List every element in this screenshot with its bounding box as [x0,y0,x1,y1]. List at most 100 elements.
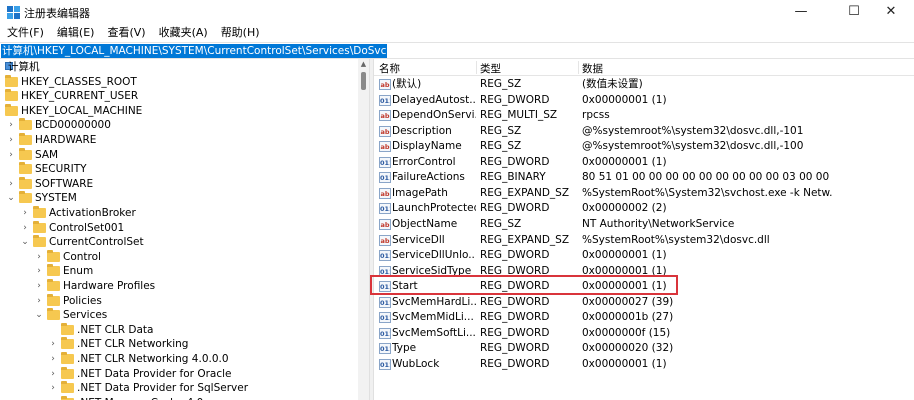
expand-chevron-icon[interactable] [0,89,2,103]
collapse-chevron-icon[interactable]: ⌄ [20,235,30,249]
tree-item[interactable]: ⌄ Services [0,308,358,322]
tree-item[interactable]: › Enum [0,264,358,278]
expand-chevron-icon[interactable] [0,104,2,118]
value-row[interactable]: 011FailureActions REG_BINARY 80 51 01 00 0… [374,170,914,185]
collapse-chevron-icon[interactable]: ⌄ [34,308,44,322]
tree-item-label: SAM [35,148,59,161]
tree-item[interactable]: HKEY_LOCAL_MACHINE [0,103,358,118]
value-data: 0x00000027 (39) [582,295,674,308]
expand-chevron-icon[interactable]: › [34,294,44,308]
string-value-icon: ab [379,110,391,122]
tree-item[interactable]: › Policies [0,293,358,308]
value-type: REG_DWORD [480,342,550,355]
expand-chevron-icon[interactable]: › [48,367,58,381]
column-divider[interactable] [578,61,579,74]
minimize-button[interactable]: — [778,0,824,24]
expand-chevron-icon[interactable] [48,323,58,337]
tree-item[interactable]: › SOFTWARE [0,176,358,191]
menu-edit[interactable]: 编辑(E) [50,24,101,42]
value-row[interactable]: ab DisplayName REG_SZ @%systemroot%\system3… [374,139,914,154]
string-value-icon: ab [379,234,391,246]
tree-item-label: .NET Data Provider for Oracle [77,367,232,380]
value-row[interactable]: ab DependOnServi... REG_MULTI_SZ rpcss [374,108,914,123]
value-row[interactable]: ab ObjectName REG_SZ NT Authority\NetworkSe… [374,217,914,232]
tree-item[interactable]: › Hardware Profiles [0,279,358,293]
folder-icon [19,191,32,204]
value-row[interactable]: 011Type REG_DWORD 0x00000020 (32) [374,341,914,356]
expand-chevron-icon[interactable] [6,162,16,176]
expand-chevron-icon[interactable] [0,75,2,89]
folder-icon [5,74,18,87]
expand-chevron-icon[interactable]: › [34,264,44,278]
menu-help[interactable]: 帮助(H) [214,24,266,42]
value-row[interactable]: 011ErrorControl REG_DWORD 0x00000001 (1) [374,155,914,170]
tree-item[interactable]: › ControlSet001 [0,220,358,235]
tree-item[interactable]: 计算机 [0,60,358,74]
column-header-type[interactable]: 类型 [480,61,501,76]
tree-item[interactable]: › SAM [0,147,358,162]
value-name: DependOnServi... [392,109,476,122]
expand-chevron-icon[interactable]: › [20,221,30,235]
value-row[interactable]: 011LaunchProtected REG_DWORD 0x00000002 (2… [374,201,914,216]
collapse-chevron-icon[interactable]: ⌄ [6,191,16,205]
tree-item[interactable]: › .NET Data Provider for SqlServer [0,381,358,395]
tree-item[interactable]: HKEY_CLASSES_ROOT [0,74,358,89]
close-button[interactable]: ✕ [868,0,914,24]
tree-item[interactable]: .NET CLR Data [0,322,358,337]
value-row[interactable]: 011SvcMemMidLi... REG_DWORD 0x0000001b (27… [374,310,914,325]
value-type: REG_SZ [480,124,522,137]
tree-scroll-thumb[interactable] [361,72,366,90]
expand-chevron-icon[interactable]: › [48,352,58,366]
value-row[interactable]: ab ImagePath REG_EXPAND_SZ %SystemRoot%\Sys… [374,186,914,201]
expand-chevron-icon[interactable]: › [6,118,16,132]
tree-item[interactable]: › HARDWARE [0,133,358,147]
value-row[interactable]: ab ServiceDll REG_EXPAND_SZ %SystemRoot%\sy… [374,233,914,248]
value-row[interactable]: 011SvcMemSoftLi... REG_DWORD 0x0000000f (1… [374,326,914,341]
expand-chevron-icon[interactable]: › [6,148,16,162]
column-header-name[interactable]: 名称 [379,61,400,76]
tree-item[interactable]: › .NET CLR Networking [0,337,358,351]
binary-value-icon: 011 [379,203,391,215]
value-row[interactable]: 011DelayedAutost... REG_DWORD 0x00000001 (… [374,93,914,108]
key-tree-pane[interactable]: 计算机 HKEY_CLASSES_ROOT HKEY_CURRENT_USER HKE… [0,59,369,400]
tree-item[interactable]: › Control [0,249,358,264]
value-row[interactable]: 011SvcMemHardLi... REG_DWORD 0x00000027 (3… [374,295,914,310]
tree-scrollbar[interactable]: ▲ [358,59,369,400]
menu-favorites[interactable]: 收藏夹(A) [152,24,214,42]
menu-file[interactable]: 文件(F) [0,24,50,42]
tree-item-label: HKEY_CLASSES_ROOT [21,75,137,88]
tree-item[interactable]: ⌄ SYSTEM [0,191,358,205]
address-bar[interactable]: 计算机\HKEY_LOCAL_MACHINE\SYSTEM\CurrentCon… [0,42,914,59]
address-path[interactable]: 计算机\HKEY_LOCAL_MACHINE\SYSTEM\CurrentCon… [1,44,388,58]
expand-chevron-icon[interactable]: › [48,396,58,400]
expand-chevron-icon[interactable]: › [34,279,44,293]
expand-chevron-icon[interactable]: › [6,177,16,191]
value-row[interactable]: ab Description REG_SZ @%systemroot%\system3… [374,124,914,139]
tree-item[interactable]: HKEY_CURRENT_USER [0,89,358,103]
menu-view[interactable]: 查看(V) [100,24,151,42]
column-header-data[interactable]: 数据 [582,61,603,76]
expand-chevron-icon[interactable]: › [34,250,44,264]
value-name: FailureActions [392,171,465,184]
expand-chevron-icon[interactable]: › [6,133,16,147]
value-name: SvcMemHardLi... [392,295,476,308]
value-row[interactable]: 011ServiceDllUnlo... REG_DWORD 0x00000001 … [374,248,914,263]
tree-item[interactable]: › ActivationBroker [0,206,358,220]
folder-icon [33,206,46,218]
tree-item[interactable]: › BCD00000000 [0,118,358,132]
tree-item[interactable]: › .NET Data Provider for Oracle [0,366,358,381]
tree-item[interactable]: › .NET CLR Networking 4.0.0.0 [0,352,358,366]
expand-chevron-icon[interactable]: › [48,337,58,351]
column-divider[interactable] [476,61,477,74]
value-row[interactable]: ab (默认) REG_SZ (数值未设置) [374,77,914,92]
tree-item[interactable]: ⌄ CurrentControlSet [0,235,358,249]
expand-chevron-icon[interactable]: › [48,381,58,395]
expand-chevron-icon[interactable] [0,60,2,74]
scroll-up-arrow-icon[interactable]: ▲ [358,59,369,70]
expand-chevron-icon[interactable]: › [20,206,30,220]
tree-item[interactable]: › .NET Memory Cache 4.0 [0,395,358,400]
value-row[interactable]: 011WubLock REG_DWORD 0x00000001 (1) [374,357,914,372]
tree-item[interactable]: SECURITY [0,162,358,176]
folder-icon [19,118,32,131]
value-name: SvcMemMidLi... [392,311,474,324]
